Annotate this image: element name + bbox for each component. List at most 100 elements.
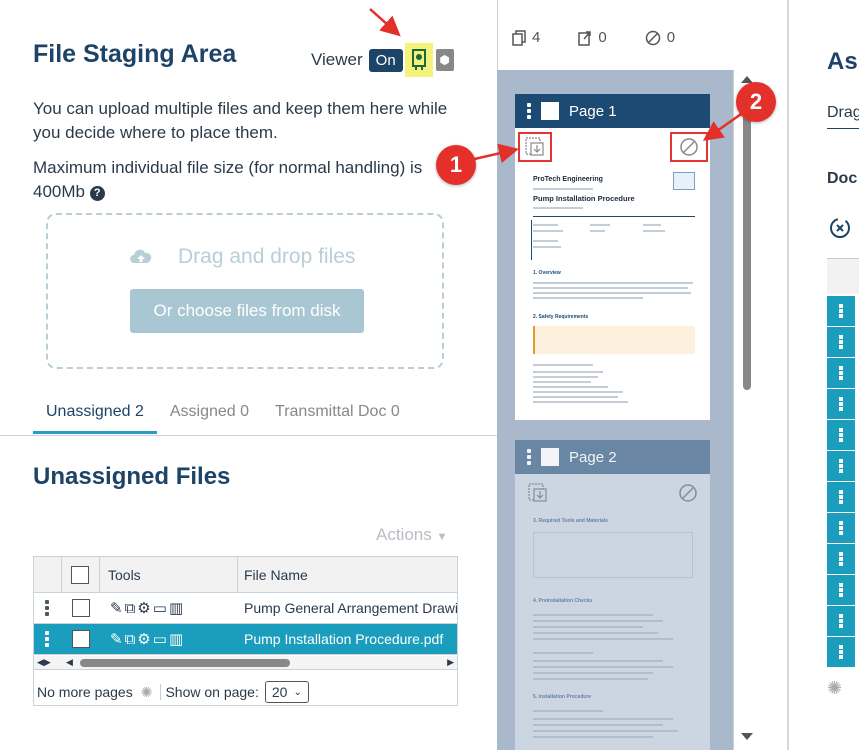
row-tools: ✎ ⧉ ⚙ ▭ ▥: [110, 624, 183, 654]
settings-icon[interactable]: ⚙: [137, 630, 150, 648]
callout-badge-1: 1: [436, 145, 476, 185]
scrollbar-thumb[interactable]: [80, 659, 290, 667]
drag-handle-icon[interactable]: [45, 631, 49, 647]
excluded-icon: [645, 30, 660, 45]
exclude-page-button[interactable]: [670, 132, 708, 162]
horizontal-scrollbar[interactable]: ◀▶ ◀ ▶: [34, 656, 457, 670]
page-card-1[interactable]: Page 1 ProTech Engineering Pump Installa…: [515, 94, 710, 420]
doc-title: Pump Installation Procedure: [533, 194, 635, 203]
doc-section-heading: 4. Preinstallation Checks: [533, 598, 593, 604]
section-title: Unassigned Files: [33, 463, 231, 490]
drag-handle-icon[interactable]: [45, 600, 49, 616]
viewer-settings-icon[interactable]: ⬢: [435, 49, 454, 71]
copy-pages-icon: [512, 29, 526, 46]
panel-divider[interactable]: [787, 0, 789, 750]
scroll-prev-icon[interactable]: ◀: [66, 657, 73, 668]
table-row[interactable]: [827, 451, 859, 482]
copy-icon[interactable]: ⧉: [125, 631, 136, 648]
clear-icon[interactable]: [828, 216, 852, 240]
table-row[interactable]: [827, 544, 859, 575]
file-staging-panel: File Staging Area Viewer On ⬢ You can up…: [0, 0, 497, 750]
page-label: Page 2: [569, 448, 617, 466]
table-row[interactable]: ✎ ⧉ ⚙ ▭ ▥ Pump General Arrangement Drawi…: [34, 593, 459, 624]
assign-page-button[interactable]: [518, 132, 552, 162]
library-icon[interactable]: ▥: [169, 630, 183, 648]
scroll-left-icon[interactable]: ◀▶: [37, 657, 51, 668]
loading-icon: ✺: [140, 683, 153, 700]
tab-assigned[interactable]: Assigned 0: [157, 403, 262, 434]
loading-icon: ✺: [827, 678, 843, 698]
page-header: Page 1: [515, 94, 710, 128]
viewer-toggle[interactable]: On: [368, 48, 403, 72]
tab-unassigned[interactable]: Unassigned 2: [33, 403, 157, 434]
no-more-pages: No more pages: [37, 684, 133, 700]
show-on-page-label: Show on page:: [160, 684, 259, 700]
select-all-checkbox[interactable]: [71, 565, 89, 584]
page-checkbox[interactable]: [541, 102, 559, 120]
actions-dropdown[interactable]: Actions ▼: [376, 525, 447, 545]
assign-panel-subtitle: Drag: [827, 104, 859, 121]
page-card-2[interactable]: Page 2 3. Required Tools and Materials 4…: [515, 440, 710, 750]
page-checkbox[interactable]: [541, 448, 559, 466]
actions-label: Actions: [376, 525, 432, 544]
library-icon[interactable]: ▥: [169, 599, 183, 617]
help-icon[interactable]: ?: [89, 186, 105, 201]
table-row[interactable]: [827, 358, 859, 389]
choose-files-button[interactable]: Or choose files from disk: [130, 289, 364, 333]
table-row[interactable]: [827, 575, 859, 606]
header-handle-col: [34, 557, 62, 592]
tools-header: Tools: [108, 566, 141, 583]
viewer-label: Viewer: [311, 50, 363, 69]
file-name[interactable]: Pump General Arrangement Drawin: [244, 593, 459, 623]
table-row[interactable]: [827, 482, 859, 513]
exclude-page-icon: [680, 138, 698, 156]
viewer-icon[interactable]: [404, 43, 433, 77]
header-filename-col[interactable]: File Name: [238, 557, 459, 592]
exclude-page-icon[interactable]: [673, 480, 703, 511]
edit-icon[interactable]: ✎: [110, 599, 123, 617]
max-size-note: Maximum individual file size (for normal…: [33, 156, 473, 204]
export-icon: [578, 30, 592, 46]
callout-badge-2: 2: [736, 82, 776, 122]
pages-scroll-area: Page 1 ProTech Engineering Pump Installa…: [497, 70, 733, 750]
tabs-divider: [0, 435, 497, 436]
pager: No more pages ✺ Show on page: 20 ⌄: [34, 678, 457, 706]
file-name[interactable]: Pump Installation Procedure.pdf: [244, 624, 443, 654]
page-size-select[interactable]: 20 ⌄: [264, 681, 309, 703]
assign-panel-doc-label: Doc: [827, 170, 858, 187]
table-row[interactable]: [827, 389, 859, 420]
table-row[interactable]: [827, 637, 859, 668]
page-title: File Staging Area: [33, 40, 237, 68]
table-row[interactable]: [827, 513, 859, 544]
settings-icon[interactable]: ⚙: [137, 599, 150, 617]
viewer-vertical-scrollbar[interactable]: [733, 70, 759, 750]
row-checkbox[interactable]: [72, 599, 90, 617]
drag-handle-icon[interactable]: [527, 103, 531, 119]
table-row[interactable]: [827, 420, 859, 451]
scrollbar-thumb[interactable]: [743, 90, 751, 390]
scroll-right-icon[interactable]: ▶: [447, 657, 454, 668]
page-thumbnail: ProTech Engineering Pump Installation Pr…: [515, 128, 710, 420]
header-tools-col: Tools: [100, 557, 238, 592]
chevron-down-icon: ⌄: [293, 686, 302, 698]
table-row[interactable]: [827, 606, 859, 637]
table-row[interactable]: [827, 296, 859, 327]
tab-transmittal-doc[interactable]: Transmittal Doc 0: [262, 403, 413, 434]
page-size-value: 20: [271, 684, 288, 700]
page-assign-icon[interactable]: [523, 480, 553, 511]
comments-icon[interactable]: ▭: [153, 630, 167, 648]
scroll-down-icon[interactable]: [741, 733, 753, 740]
comments-icon[interactable]: ▭: [153, 599, 167, 617]
table-row[interactable]: [827, 327, 859, 358]
assign-grid: ✺: [827, 296, 859, 746]
copy-icon[interactable]: ⧉: [125, 600, 136, 617]
drop-zone[interactable]: Drag and drop files Or choose files from…: [46, 213, 444, 369]
edit-icon[interactable]: ✎: [110, 630, 123, 648]
table-row-selected[interactable]: ✎ ⧉ ⚙ ▭ ▥ Pump Installation Procedure.pd…: [34, 624, 457, 655]
assign-panel-title: As: [827, 48, 858, 75]
unassigned-files-grid: Tools File Name ✎ ⧉ ⚙ ▭ ▥ Pump General A…: [33, 556, 459, 706]
doc-section-heading: 2. Safety Requirements: [533, 314, 589, 320]
row-checkbox[interactable]: [72, 630, 90, 648]
assign-grid-header: [827, 258, 859, 294]
drag-handle-icon[interactable]: [527, 449, 531, 465]
